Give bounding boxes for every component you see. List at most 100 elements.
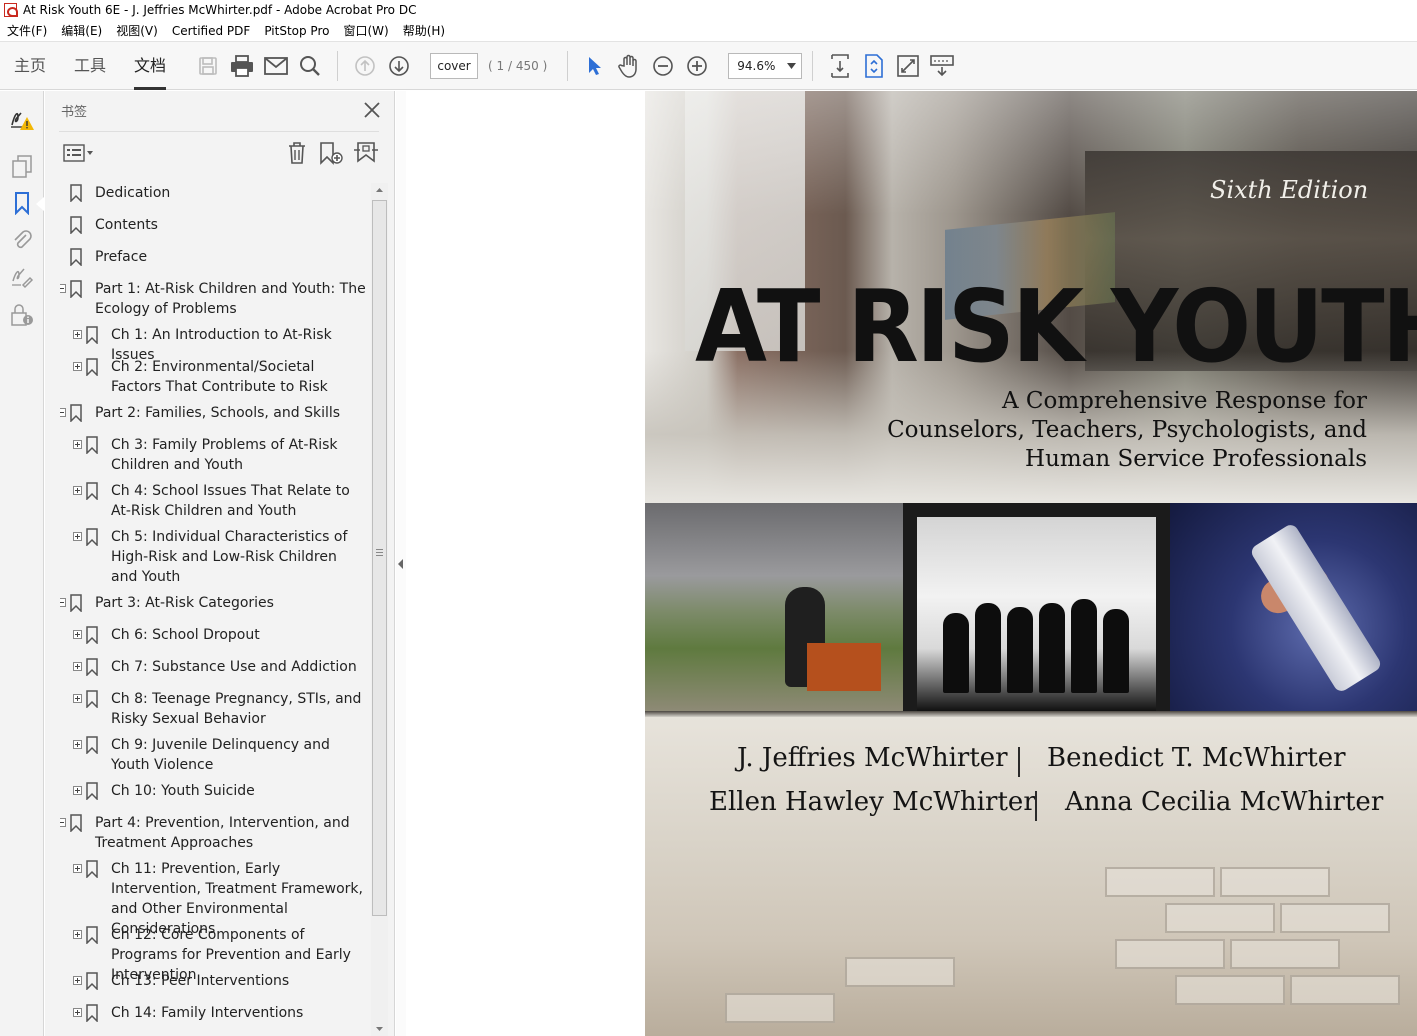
page-thumbnails-button[interactable] [6,151,38,183]
tab-home[interactable]: 主页 [0,42,60,90]
collapse-icon[interactable] [60,284,66,293]
bookmark-label: Ch 5: Individual Characteristics of High… [111,529,348,585]
brick [725,993,835,1023]
new-bookmark-button[interactable] [319,141,343,165]
cover-author: J. Jeffries McWhirter [737,743,1008,773]
bookmark-label: Part 4: Prevention, Intervention, and Tr… [95,815,350,851]
zoom-out-button[interactable] [647,50,679,82]
bookmark-icon [70,248,82,266]
bookmark-label: Ch 13: Peer Interventions [111,973,290,989]
signatures-button[interactable] [6,261,38,293]
lock-info-icon [11,304,33,326]
bookmark-label: Ch 3: Family Problems of At-Risk Childre… [111,437,338,473]
toolbar-divider [337,50,339,81]
bookmark-label: Ch 7: Substance Use and Addiction [111,659,357,675]
bookmark-icon [70,814,82,832]
brick [1105,867,1215,897]
expand-icon[interactable] [73,330,82,339]
expand-icon[interactable] [73,630,82,639]
zoom-out-icon [653,55,674,76]
bookmark-icon [86,358,98,376]
expand-icon[interactable] [73,362,82,371]
cover-subtitle-line: Human Service Professionals [1025,446,1367,472]
tab-document[interactable]: 文档 [120,42,180,90]
fit-page-button[interactable] [858,50,890,82]
page-thumbnails-icon [12,155,32,178]
bookmark-options-button[interactable] [63,143,95,163]
tab-tools[interactable]: 工具 [60,42,120,90]
zoom-in-button[interactable] [681,50,713,82]
hand-icon [618,54,637,78]
expand-icon[interactable] [73,740,82,749]
zoom-dropdown[interactable]: 94.6% [728,52,803,79]
expand-icon[interactable] [73,694,82,703]
page-number-input[interactable]: cover [430,52,479,79]
panel-title: 书签 [61,104,88,120]
zoom-in-icon [687,55,708,76]
security-button[interactable] [6,299,38,331]
bookmark-tools [59,131,379,173]
author-divider [1018,747,1020,777]
previous-page-button[interactable] [349,50,381,82]
expand-icon[interactable] [73,486,82,495]
expand-icon[interactable] [73,930,82,939]
signature-warning-icon [11,112,34,130]
attachments-button[interactable] [6,223,38,255]
menu-window[interactable]: 窗口(W) [336,20,395,42]
hand-tool-button[interactable] [613,50,645,82]
save-button[interactable] [192,50,224,82]
bookmark-structure-icon [354,141,378,163]
scroll-up-icon[interactable] [371,183,388,197]
bookmark-icon [86,626,98,644]
bookmark-icon [86,690,98,708]
close-panel-button[interactable] [363,101,381,119]
expand-icon[interactable] [73,976,82,985]
panel-splitter[interactable] [396,91,406,1036]
expand-icon[interactable] [73,786,82,795]
search-icon [300,55,320,76]
bookmark-label: Ch 14: Family Interventions [111,1005,304,1021]
bookmark-label: Preface [95,249,148,265]
bookmark-label: Ch 6: School Dropout [111,627,260,643]
expand-icon[interactable] [73,532,82,541]
new-bookmark-from-structure-button[interactable] [353,141,379,165]
collapse-icon[interactable] [60,598,66,607]
bookmark-icon [70,216,82,234]
collapse-icon[interactable] [60,818,66,827]
print-button[interactable] [226,50,258,82]
menu-certified-pdf[interactable]: Certified PDF [165,20,258,42]
expand-icon[interactable] [73,440,82,449]
email-button[interactable] [260,50,292,82]
read-mode-icon [930,54,955,76]
envelope-icon [264,56,288,75]
photo-suitcase [807,643,881,691]
select-tool-button[interactable] [579,50,611,82]
signature-warning-button[interactable] [6,103,38,135]
collapse-icon[interactable] [60,408,66,417]
grip-icon [376,549,383,556]
read-mode-button[interactable] [926,50,958,82]
scroll-down-icon[interactable] [371,1022,388,1036]
delete-bookmark-button[interactable] [287,141,307,165]
full-screen-button[interactable] [892,50,924,82]
bookmark-label: Part 1: At-Risk Children and Youth: The … [95,281,366,317]
menu-view[interactable]: 视图(V) [109,20,165,42]
next-page-button[interactable] [383,50,415,82]
bookmark-icon [86,528,98,546]
menu-edit[interactable]: 编辑(E) [54,20,109,42]
collapse-panel-icon[interactable] [396,557,406,571]
expand-icon[interactable] [73,662,82,671]
search-button[interactable] [294,50,326,82]
bookmarks-button[interactable] [6,187,38,219]
expand-icon[interactable] [73,864,82,873]
expand-icon[interactable] [73,1008,82,1017]
scrollbar-thumb[interactable] [372,200,387,916]
menu-pitstop-pro[interactable]: PitStop Pro [257,20,336,42]
cover-subtitle-line: Counselors, Teachers, Psychologists, and [887,417,1367,443]
bookmark-icon [70,280,82,298]
scroll-mode-button[interactable] [824,50,856,82]
menu-help[interactable]: 帮助(H) [396,20,452,42]
brick [1115,939,1225,969]
menu-file[interactable]: 文件(F) [0,20,54,42]
brick [1280,903,1390,933]
